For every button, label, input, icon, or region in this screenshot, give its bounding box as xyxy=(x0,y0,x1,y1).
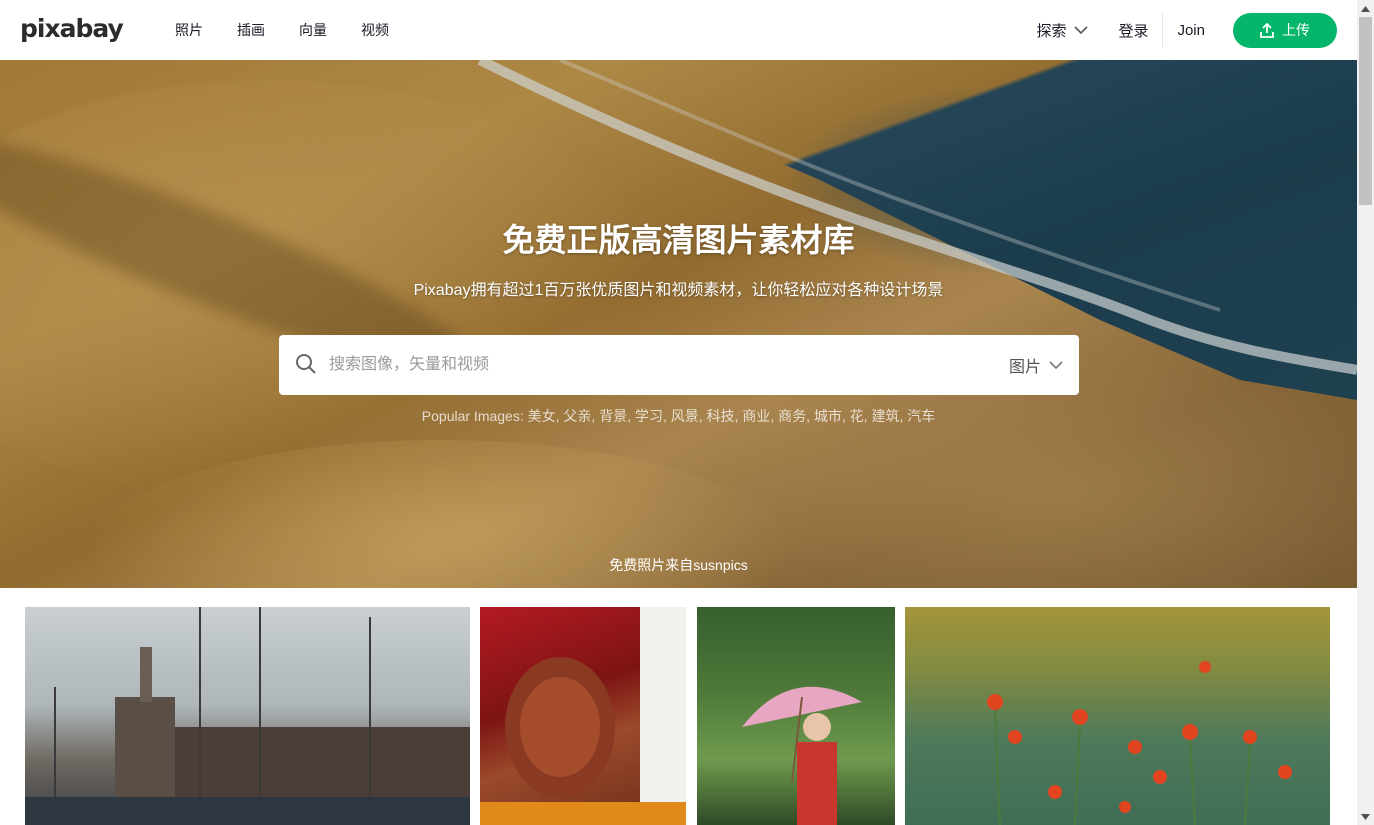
hero-title: 免费正版高清图片素材库 xyxy=(502,222,855,258)
hero-banner: 免费正版高清图片素材库 Pixabay拥有超过1百万张优质图片和视频素材，让你轻… xyxy=(0,60,1357,588)
gallery-photo-red-flowers[interactable] xyxy=(905,607,1330,825)
popular-tag[interactable]: 背景 xyxy=(599,408,627,424)
popular-tag[interactable]: 城市 xyxy=(814,408,842,424)
gallery-photo-henna[interactable] xyxy=(480,607,686,825)
scroll-up-arrow-icon[interactable] xyxy=(1357,0,1374,17)
henna-illustration xyxy=(480,607,686,825)
popular-tags: Popular Images: 美女, 父亲, 背景, 学习, 风景, 科技, … xyxy=(421,408,936,424)
search-input[interactable] xyxy=(329,335,969,395)
popular-tag[interactable]: 商业 xyxy=(742,408,770,424)
harbor-illustration xyxy=(25,607,470,825)
nav-photos[interactable]: 照片 xyxy=(175,20,203,40)
gallery-photo-girl-umbrella[interactable] xyxy=(697,607,895,825)
page-scrollbar[interactable] xyxy=(1357,0,1374,825)
scroll-down-arrow-icon[interactable] xyxy=(1357,808,1374,825)
explore-label: 探索 xyxy=(1036,22,1067,40)
join-link[interactable]: Join xyxy=(1177,22,1205,39)
popular-label: Popular Images: xyxy=(421,408,524,424)
popular-tag[interactable]: 商务 xyxy=(778,408,806,424)
search-type-label: 图片 xyxy=(1008,359,1041,376)
upload-label: 上传 xyxy=(1282,22,1310,38)
login-link[interactable]: 登录 xyxy=(1118,20,1162,41)
popular-tag[interactable]: 建筑 xyxy=(871,408,899,424)
top-header: pixabay 照片 插画 向量 视频 探索 登录 Join 上传 xyxy=(0,0,1357,60)
nav-videos[interactable]: 视频 xyxy=(361,20,389,40)
upload-button[interactable]: 上传 xyxy=(1233,12,1337,48)
umbrella-illustration xyxy=(742,686,862,825)
popular-tag[interactable]: 学习 xyxy=(635,408,663,424)
nav-illustrations[interactable]: 插画 xyxy=(237,20,265,40)
search-bar: 图片 xyxy=(279,335,1079,395)
image-gallery xyxy=(0,607,1357,825)
popular-tag[interactable]: 花 xyxy=(850,408,864,424)
chevron-down-icon xyxy=(1049,360,1063,369)
account-nav: 探索 登录 Join 上传 xyxy=(1036,0,1337,60)
pixabay-logo[interactable]: pixabay xyxy=(20,14,124,43)
search-type-select[interactable]: 图片 xyxy=(1009,335,1063,395)
upload-icon xyxy=(1260,22,1274,38)
popular-tag[interactable]: 父亲 xyxy=(563,408,591,424)
popular-tag[interactable]: 风景 xyxy=(671,408,699,424)
photo-credit-link[interactable]: 免费照片来自susnpics xyxy=(0,555,1357,575)
chevron-down-icon xyxy=(1074,25,1089,34)
gallery-photo-harbor[interactable] xyxy=(25,607,470,825)
flowers-illustration xyxy=(987,661,1292,825)
scrollbar-thumb[interactable] xyxy=(1359,17,1372,205)
popular-tag[interactable]: 美女 xyxy=(528,408,556,424)
hero-overlay xyxy=(0,60,1357,588)
popular-tag[interactable]: 科技 xyxy=(707,408,735,424)
nav-vectors[interactable]: 向量 xyxy=(299,20,327,40)
main-nav: 照片 插画 向量 视频 xyxy=(175,0,423,60)
popular-tag[interactable]: 汽车 xyxy=(907,408,935,424)
nav-divider xyxy=(1162,13,1164,47)
explore-menu[interactable]: 探索 xyxy=(1036,20,1089,41)
hero-subtitle: Pixabay拥有超过1百万张优质图片和视频素材，让你轻松应对各种设计场景 xyxy=(413,282,944,299)
search-icon[interactable] xyxy=(295,353,317,375)
